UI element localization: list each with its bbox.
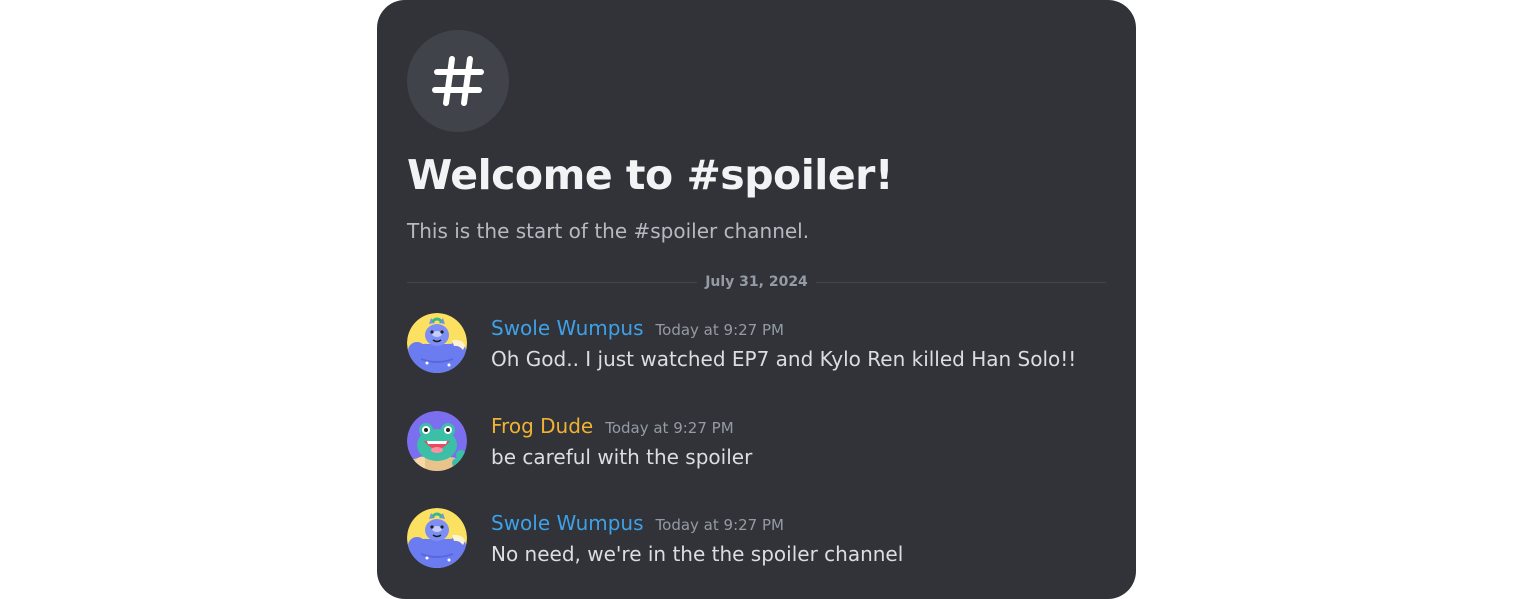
hash-icon (432, 56, 484, 106)
message-item: Frog Dude Today at 9:27 PM be careful wi… (407, 411, 1107, 473)
message-text: No need, we're in the the spoiler channe… (491, 542, 904, 566)
message-header: Frog Dude Today at 9:27 PM (491, 411, 734, 441)
divider-line (407, 281, 698, 283)
message-author[interactable]: Frog Dude (491, 411, 593, 441)
message-timestamp: Today at 9:27 PM (655, 516, 784, 534)
channel-welcome-subtitle: This is the start of the #spoiler channe… (407, 219, 810, 243)
wumpus-avatar[interactable] (407, 313, 467, 373)
date-divider: July 31, 2024 (407, 270, 1106, 294)
wumpus-avatar[interactable] (407, 508, 467, 568)
frog-avatar[interactable] (407, 411, 467, 471)
message-header: Swole Wumpus Today at 9:27 PM (491, 508, 784, 538)
message-item: Swole Wumpus Today at 9:27 PM Oh God.. I… (407, 313, 1107, 375)
channel-welcome-title: Welcome to #spoiler! (407, 151, 894, 199)
message-timestamp: Today at 9:27 PM (605, 419, 734, 437)
message-author[interactable]: Swole Wumpus (491, 508, 644, 538)
message-text: Oh God.. I just watched EP7 and Kylo Ren… (491, 347, 1077, 371)
message-author[interactable]: Swole Wumpus (491, 313, 644, 343)
chat-panel: Welcome to #spoiler! This is the start o… (377, 0, 1136, 599)
message-item: Swole Wumpus Today at 9:27 PM No need, w… (407, 508, 1107, 570)
divider-line (815, 281, 1106, 283)
message-timestamp: Today at 9:27 PM (655, 321, 784, 339)
message-text: be careful with the spoiler (491, 445, 753, 469)
message-header: Swole Wumpus Today at 9:27 PM (491, 313, 784, 343)
channel-icon (407, 30, 509, 132)
date-divider-label: July 31, 2024 (705, 274, 808, 290)
